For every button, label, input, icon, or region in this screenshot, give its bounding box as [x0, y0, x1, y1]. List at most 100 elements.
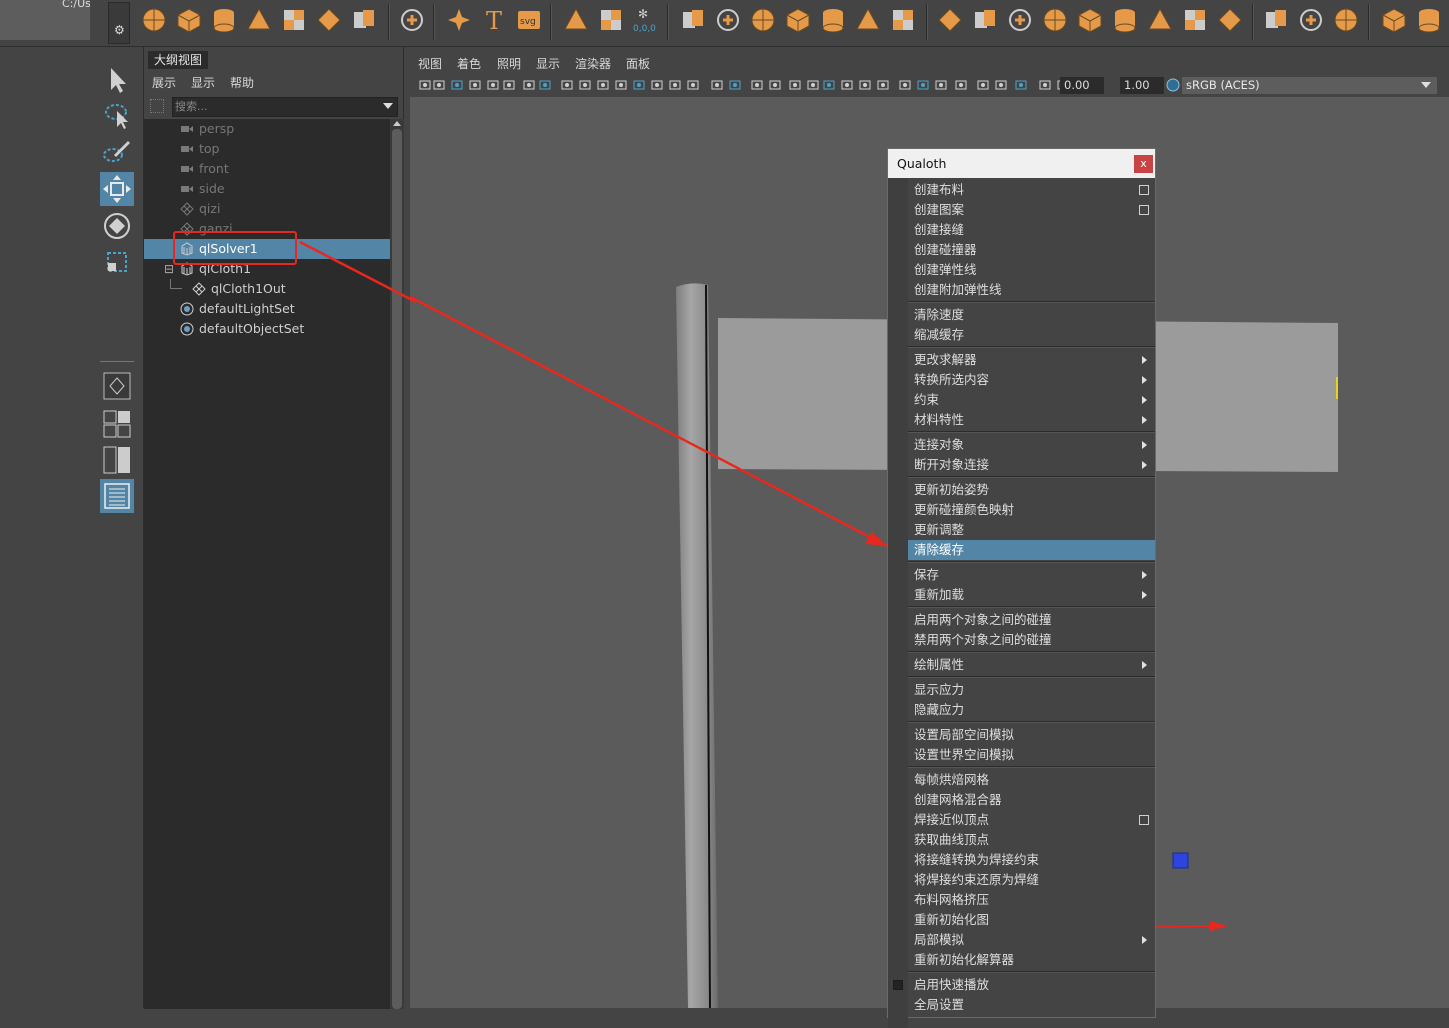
grid-icon[interactable] [784, 6, 812, 34]
bookmark-icon[interactable] [450, 78, 464, 92]
type-icon[interactable]: T [480, 6, 508, 34]
chevron-down-icon[interactable] [1421, 82, 1431, 88]
menu-item[interactable]: 创建附加弹性线 [908, 280, 1155, 300]
chevron-down-icon[interactable] [383, 103, 393, 109]
outliner-menu-show[interactable]: 展示 [152, 74, 176, 91]
menu-item[interactable]: 创建弹性线 [908, 260, 1155, 280]
menu-item[interactable]: 获取曲线顶点 [908, 830, 1155, 850]
wedge-icon[interactable] [1297, 6, 1325, 34]
menu-item[interactable]: 局部模拟 [908, 930, 1155, 950]
lasso-tool-icon[interactable] [100, 99, 134, 133]
manipulator-handle[interactable] [1336, 377, 1338, 399]
menu-item[interactable]: 创建图案 [908, 200, 1155, 220]
search-input[interactable]: 搜索... [172, 97, 398, 117]
menu-renderer[interactable]: 渲染器 [575, 55, 611, 72]
cube-icon[interactable] [175, 6, 203, 34]
color-space-select[interactable]: sRGB (ACES) [1182, 77, 1437, 94]
menu-item[interactable]: 启用快速播放 [908, 975, 1155, 995]
smooth-icon[interactable] [889, 6, 917, 34]
camera-grid-icon[interactable] [876, 78, 890, 92]
menu-item[interactable]: 更新碰撞颜色映射 [908, 500, 1155, 520]
menu-item[interactable]: 重新初始化解算器 [908, 950, 1155, 970]
menu-item[interactable]: 创建网格混合器 [908, 790, 1155, 810]
combine-icon[interactable] [679, 6, 707, 34]
xray-components-icon[interactable] [822, 78, 836, 92]
outliner-layout-icon[interactable] [100, 479, 134, 513]
menu-item[interactable]: 隐藏应力 [908, 700, 1155, 720]
menu-item[interactable]: 全局设置 [908, 995, 1155, 1015]
brush-icon[interactable] [1332, 6, 1360, 34]
menu-item[interactable]: 设置世界空间模拟 [908, 745, 1155, 765]
fill-icon[interactable] [1216, 6, 1244, 34]
menu-item[interactable]: 禁用两个对象之间的碰撞 [908, 630, 1155, 650]
target-weld-icon[interactable] [1181, 6, 1209, 34]
menu-lighting[interactable]: 照明 [497, 55, 521, 72]
bridge-icon[interactable] [971, 6, 999, 34]
filter-icon[interactable] [150, 99, 164, 113]
tree-item-side[interactable]: side [144, 179, 390, 199]
menu-item[interactable]: 断开对象连接 [908, 455, 1155, 475]
menu-item[interactable]: 重新加载 [908, 585, 1155, 605]
torus-icon[interactable] [280, 6, 308, 34]
color-management-icon[interactable] [1166, 78, 1180, 92]
textured-icon[interactable] [668, 78, 682, 92]
outliner-menu-display[interactable]: 显示 [191, 74, 215, 91]
menu-item[interactable]: 显示应力 [908, 680, 1155, 700]
bool-icon[interactable] [749, 6, 777, 34]
tree-item-persp[interactable]: persp [144, 119, 390, 139]
menu-item[interactable]: 将焊接约束还原为焊缝 [908, 870, 1155, 890]
aa-icon[interactable] [750, 78, 764, 92]
disc-icon[interactable] [350, 6, 378, 34]
menu-item[interactable]: 每帧烘焙网格 [908, 770, 1155, 790]
shelf-settings-button[interactable]: ⚙ [108, 2, 130, 44]
insert-loop-icon[interactable] [1076, 6, 1104, 34]
menu-item[interactable]: 清除缓存 [908, 540, 1155, 560]
shadows-icon[interactable] [686, 78, 700, 92]
single-pane-icon[interactable] [100, 369, 134, 403]
wireframe-icon[interactable] [614, 78, 628, 92]
separate-icon[interactable] [714, 6, 742, 34]
pivot-icon[interactable] [562, 6, 590, 34]
menu-item[interactable]: 更新调整 [908, 520, 1155, 540]
heads-up-icon[interactable] [916, 78, 930, 92]
snap-icon[interactable] [597, 6, 625, 34]
backface-icon[interactable] [840, 78, 854, 92]
menu-item[interactable]: 绘制属性 [908, 655, 1155, 675]
menu-item[interactable]: 布料网格挤压 [908, 890, 1155, 910]
split-icon[interactable] [1041, 6, 1069, 34]
menu-item[interactable]: 保存 [908, 565, 1155, 585]
ao-icon[interactable] [710, 78, 724, 92]
exposure-field[interactable]: 0.00 [1060, 77, 1104, 94]
exposure-icon[interactable] [954, 78, 968, 92]
tree-item-defaultobjectset[interactable]: defaultObjectSet [144, 319, 390, 339]
image-plane-icon[interactable] [468, 78, 482, 92]
svg-icon[interactable]: svg [515, 6, 543, 34]
sphere-icon[interactable] [140, 6, 168, 34]
bevel-icon[interactable] [936, 6, 964, 34]
menu-item[interactable]: 创建碰撞器 [908, 240, 1155, 260]
menu-view[interactable]: 视图 [418, 55, 442, 72]
film-gate-icon[interactable] [502, 78, 516, 92]
gamma-icon[interactable] [976, 78, 990, 92]
option-box-icon[interactable] [1139, 205, 1149, 215]
viewport-transform-icon[interactable] [994, 78, 1008, 92]
pole-mesh[interactable] [676, 283, 718, 1008]
menu-item[interactable]: 更新初始姿势 [908, 480, 1155, 500]
lighting-icon[interactable] [650, 78, 664, 92]
qualoth-title-bar[interactable]: Qualoth x [888, 149, 1155, 178]
cylinder-icon[interactable] [210, 6, 238, 34]
dof-icon[interactable] [768, 78, 782, 92]
menu-item[interactable]: 连接对象 [908, 435, 1155, 455]
scroll-up-icon[interactable] [393, 121, 401, 126]
paint-select-tool-icon[interactable] [100, 135, 134, 169]
menu-item[interactable]: 重新初始化图 [908, 910, 1155, 930]
camera-attr-icon[interactable] [432, 78, 446, 92]
extrude-icon[interactable] [1006, 6, 1034, 34]
two-pane-icon[interactable] [100, 443, 134, 477]
safe-title-icon[interactable] [596, 78, 610, 92]
menu-item[interactable]: 启用两个对象之间的碰撞 [908, 610, 1155, 630]
scale-tool-icon[interactable] [100, 245, 134, 279]
menu-item[interactable]: 更改求解器 [908, 350, 1155, 370]
grease-pencil-icon[interactable] [934, 78, 948, 92]
locator-marker[interactable] [1172, 852, 1189, 869]
